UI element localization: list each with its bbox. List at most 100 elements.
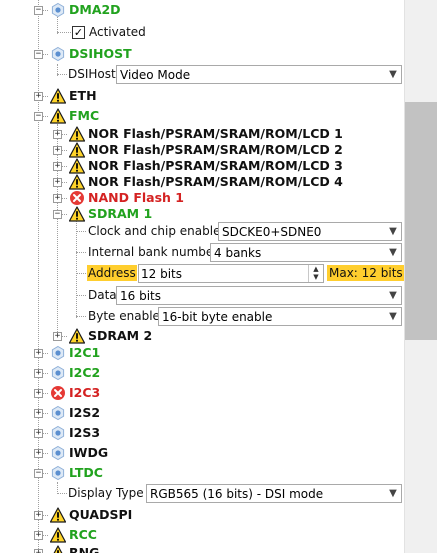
collapse-toggle[interactable]: − (34, 112, 43, 121)
expand-toggle[interactable]: + (53, 332, 62, 341)
tree-node-i2s3[interactable]: + I2S3 (0, 423, 405, 443)
tree-node-dsihost[interactable]: − DSIHOST (0, 44, 405, 64)
tree-node-quadspi[interactable]: + QUADSPI (0, 505, 405, 525)
select-value: 4 banks (214, 246, 262, 260)
select-value: RGB565 (16 bits) - DSI mode (150, 487, 324, 501)
expand-toggle[interactable]: + (34, 349, 43, 358)
node-label: RCC (69, 527, 97, 542)
spinner-value: 12 bits (141, 267, 182, 281)
sdram1-bank-row: Internal bank number 4 banks ▼ (0, 242, 405, 262)
expand-toggle[interactable]: + (34, 531, 43, 540)
param-label: Address (87, 265, 137, 281)
ltdc-param-row: Display Type RGB565 (16 bits) - DSI mode… (0, 483, 405, 503)
collapse-toggle[interactable]: − (34, 6, 43, 15)
node-label: I2S3 (69, 425, 101, 440)
node-label: FMC (69, 108, 100, 123)
select-value: 16-bit byte enable (162, 310, 273, 324)
scrollbar-thumb[interactable] (405, 102, 437, 340)
spin-down-icon[interactable]: ▼ (309, 273, 323, 281)
collapse-toggle[interactable]: − (34, 469, 43, 478)
warning-icon (50, 545, 66, 553)
tree-node-rcc[interactable]: + RCC (0, 525, 405, 545)
node-label: DSIHOST (69, 46, 132, 61)
expand-toggle[interactable]: + (34, 389, 43, 398)
expand-toggle[interactable]: + (53, 146, 62, 155)
expand-toggle[interactable]: + (53, 130, 62, 139)
tree-node-i2s2[interactable]: + I2S2 (0, 403, 405, 423)
collapse-toggle[interactable]: − (34, 50, 43, 59)
node-label: LTDC (69, 465, 103, 480)
byte-enable-select[interactable]: 16-bit byte enable ▼ (158, 307, 402, 326)
select-value: Video Mode (120, 68, 191, 82)
tree-node-dma2d[interactable]: − DMA2D (0, 0, 405, 20)
warning-icon (50, 88, 66, 104)
tree-node-ltdc[interactable]: − LTDC (0, 463, 405, 483)
clock-chip-enable-select[interactable]: SDCKE0+SDNE0 ▼ (218, 222, 402, 241)
sdram1-address-row: Address 12 bits ▲ ▼ Max: 12 bits (0, 263, 405, 283)
node-label: SDRAM 2 (88, 328, 153, 343)
node-label: I2C1 (69, 345, 101, 360)
expand-toggle[interactable]: + (34, 549, 43, 553)
param-label: Internal bank number (88, 245, 219, 259)
chevron-down-icon: ▼ (389, 290, 397, 301)
chevron-down-icon: ▼ (389, 311, 397, 322)
chevron-down-icon: ▼ (389, 247, 397, 258)
node-label: ETH (69, 88, 97, 103)
param-label: Data (88, 288, 117, 302)
tree-node-iwdg[interactable]: + IWDG (0, 443, 405, 463)
expand-toggle[interactable]: + (34, 369, 43, 378)
activated-label: Activated (89, 25, 146, 39)
data-width-select[interactable]: 16 bits ▼ (116, 286, 402, 305)
chevron-down-icon: ▼ (389, 226, 397, 237)
expand-toggle[interactable]: + (34, 449, 43, 458)
node-label: QUADSPI (69, 507, 133, 522)
tree-node-i2c2[interactable]: + I2C2 (0, 363, 405, 383)
expand-toggle[interactable]: + (53, 178, 62, 187)
tree-node-rng[interactable]: + RNG (0, 543, 405, 553)
gear-ok-icon (50, 46, 66, 62)
collapse-toggle[interactable]: − (53, 210, 62, 219)
gear-ok-icon (50, 365, 66, 381)
address-bits-spinner[interactable]: 12 bits ▲ ▼ (138, 264, 324, 283)
dsihost-mode-select[interactable]: Video Mode ▼ (116, 65, 402, 84)
error-icon (50, 385, 66, 401)
expand-toggle[interactable]: + (53, 194, 62, 203)
gear-ok-icon (50, 405, 66, 421)
expand-toggle[interactable]: + (34, 92, 43, 101)
gear-ok-icon (50, 445, 66, 461)
expand-toggle[interactable]: + (34, 409, 43, 418)
activated-checkbox[interactable]: ✓ (72, 26, 85, 39)
warning-icon (69, 206, 85, 222)
dma2d-activated-row: ✓ Activated (0, 22, 405, 42)
expand-toggle[interactable]: + (34, 511, 43, 520)
tree-node-fmc[interactable]: − FMC (0, 106, 405, 126)
param-label: DSIHost (68, 67, 116, 81)
gear-ok-icon (50, 425, 66, 441)
select-value: 16 bits (120, 289, 161, 303)
max-value-hint: Max: 12 bits (327, 265, 405, 281)
chevron-down-icon: ▼ (389, 488, 397, 499)
node-label: I2S2 (69, 405, 101, 420)
gear-ok-icon (50, 345, 66, 361)
warning-icon (50, 507, 66, 523)
display-type-select[interactable]: RGB565 (16 bits) - DSI mode ▼ (146, 484, 402, 503)
tree-node-i2c1[interactable]: + I2C1 (0, 343, 405, 363)
node-label: SDRAM 1 (88, 206, 153, 221)
expand-toggle[interactable]: + (34, 429, 43, 438)
tree-node-eth[interactable]: + ETH (0, 86, 405, 106)
warning-icon (69, 328, 85, 344)
vertical-scrollbar[interactable] (404, 0, 437, 553)
tree-node-i2c3[interactable]: + I2C3 (0, 383, 405, 403)
sdram1-clock-row: Clock and chip enable SDCKE0+SDNE0 ▼ (0, 221, 405, 241)
node-label: IWDG (69, 445, 109, 460)
bank-number-select[interactable]: 4 banks ▼ (210, 243, 402, 262)
peripheral-tree: − DMA2D ✓ Activated − DSIHOST DSIHost Vi… (0, 0, 405, 553)
expand-toggle[interactable]: + (53, 162, 62, 171)
sdram1-byte-row: Byte enable 16-bit byte enable ▼ (0, 306, 405, 326)
sdram1-data-row: Data 16 bits ▼ (0, 285, 405, 305)
dsihost-param-row: DSIHost Video Mode ▼ (0, 64, 405, 84)
gear-ok-icon (50, 465, 66, 481)
chevron-down-icon: ▼ (389, 69, 397, 80)
param-label: Byte enable (88, 309, 160, 323)
spin-up-icon[interactable]: ▲ (309, 265, 323, 273)
